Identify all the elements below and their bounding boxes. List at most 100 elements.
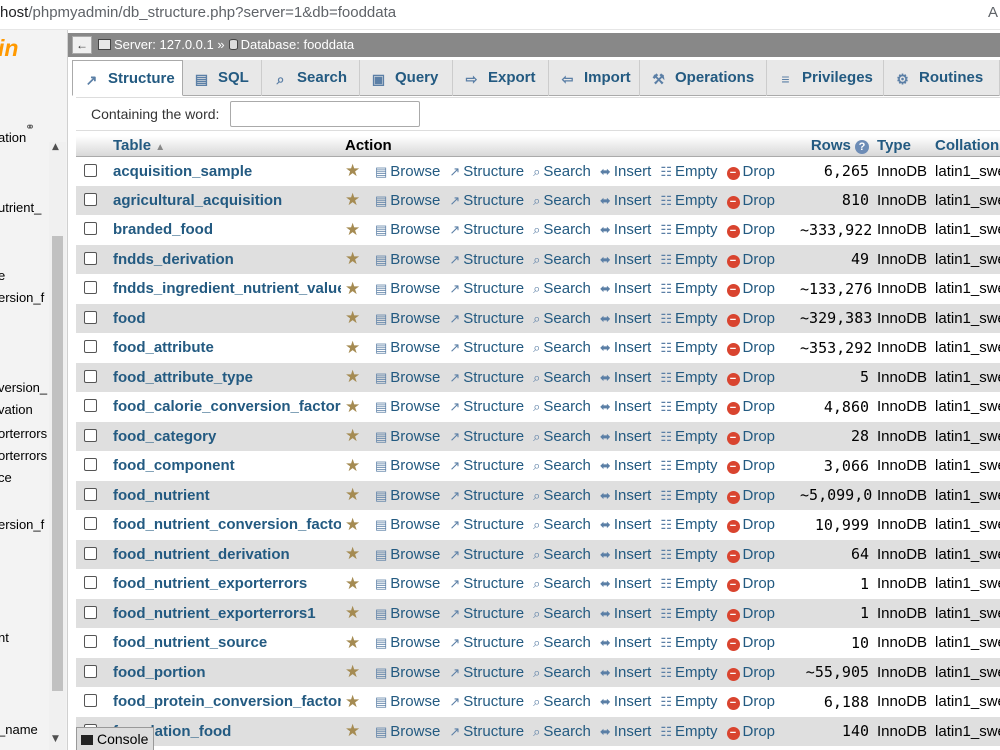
tab-search[interactable]: ⌕ Search — [262, 60, 360, 96]
table-name-link[interactable]: food — [113, 310, 145, 327]
action-search[interactable]: ⌕ Search — [533, 723, 591, 740]
table-name-link[interactable]: food_nutrient_exporterrors — [113, 575, 307, 592]
sidebar-scrollbar[interactable]: ▲ ▼ — [49, 142, 66, 750]
favorite-star-icon[interactable]: ★ — [345, 692, 360, 711]
sidebar-table-item[interactable]: vation — [0, 402, 33, 417]
row-checkbox[interactable] — [84, 163, 97, 177]
tab-export[interactable]: ⇨ Export — [453, 60, 549, 96]
table-name-link[interactable]: acquisition_sample — [113, 163, 252, 180]
table-name-link[interactable]: branded_food — [113, 221, 213, 238]
row-checkbox[interactable] — [84, 694, 97, 708]
table-name-link[interactable]: food_attribute_type — [113, 369, 253, 386]
action-browse[interactable]: ▤ Browse — [375, 723, 440, 740]
row-checkbox[interactable] — [84, 340, 97, 354]
sidebar-table-item[interactable]: ce — [0, 470, 12, 485]
action-empty[interactable]: ☷ Empty — [660, 310, 717, 327]
row-checkbox[interactable] — [84, 664, 97, 678]
tab-privileges[interactable]: ≡ Privileges — [767, 60, 884, 96]
action-structure[interactable]: ↗ Structure — [449, 516, 524, 533]
sidebar-table-item[interactable]: utrient_ — [0, 200, 41, 215]
column-header-rows[interactable]: Rows ? — [796, 136, 874, 157]
action-search[interactable]: ⌕ Search — [533, 339, 591, 356]
action-search[interactable]: ⌕ Search — [533, 634, 591, 651]
table-name-link[interactable]: food_attribute — [113, 339, 214, 356]
action-insert[interactable]: ⬌ Insert — [600, 634, 651, 651]
action-search[interactable]: ⌕ Search — [533, 546, 591, 563]
action-browse[interactable]: ▤ Browse — [375, 605, 440, 622]
action-search[interactable]: ⌕ Search — [533, 428, 591, 445]
table-name-link[interactable]: fndds_ingredient_nutrient_value — [113, 280, 341, 297]
action-search[interactable]: ⌕ Search — [533, 605, 591, 622]
action-browse[interactable]: ▤ Browse — [375, 634, 440, 651]
table-name-link[interactable]: food_nutrient_conversion_factor — [113, 516, 341, 533]
action-browse[interactable]: ▤ Browse — [375, 693, 440, 710]
action-empty[interactable]: ☷ Empty — [660, 634, 717, 651]
action-insert[interactable]: ⬌ Insert — [600, 221, 651, 238]
action-browse[interactable]: ▤ Browse — [375, 428, 440, 445]
row-checkbox[interactable] — [84, 458, 97, 472]
row-checkbox[interactable] — [84, 281, 97, 295]
action-structure[interactable]: ↗ Structure — [449, 575, 524, 592]
help-icon[interactable]: ? — [855, 140, 870, 155]
action-browse[interactable]: ▤ Browse — [375, 664, 440, 681]
action-drop[interactable]: − Drop — [726, 487, 775, 504]
favorite-star-icon[interactable]: ★ — [345, 603, 360, 622]
favorite-star-icon[interactable]: ★ — [345, 721, 360, 740]
action-structure[interactable]: ↗ Structure — [449, 546, 524, 563]
phpmyadmin-logo[interactable]: in — [0, 35, 18, 62]
row-checkbox[interactable] — [84, 487, 97, 501]
action-search[interactable]: ⌕ Search — [533, 457, 591, 474]
action-browse[interactable]: ▤ Browse — [375, 546, 440, 563]
action-drop[interactable]: − Drop — [726, 163, 775, 180]
action-search[interactable]: ⌕ Search — [533, 487, 591, 504]
action-browse[interactable]: ▤ Browse — [375, 251, 440, 268]
action-empty[interactable]: ☷ Empty — [660, 575, 717, 592]
favorite-star-icon[interactable]: ★ — [345, 544, 360, 563]
action-insert[interactable]: ⬌ Insert — [600, 369, 651, 386]
action-insert[interactable]: ⬌ Insert — [600, 428, 651, 445]
action-browse[interactable]: ▤ Browse — [375, 457, 440, 474]
action-empty[interactable]: ☷ Empty — [660, 280, 717, 297]
row-checkbox[interactable] — [84, 635, 97, 649]
action-structure[interactable]: ↗ Structure — [449, 339, 524, 356]
tab-query[interactable]: ▣ Query — [360, 60, 453, 96]
action-insert[interactable]: ⬌ Insert — [600, 339, 651, 356]
action-structure[interactable]: ↗ Structure — [449, 428, 524, 445]
action-insert[interactable]: ⬌ Insert — [600, 398, 651, 415]
action-empty[interactable]: ☷ Empty — [660, 693, 717, 710]
action-empty[interactable]: ☷ Empty — [660, 339, 717, 356]
column-header-type[interactable]: Type — [873, 136, 932, 157]
column-header-collation[interactable]: Collation — [931, 136, 1000, 157]
scroll-up-arrow-icon[interactable]: ▲ — [52, 142, 59, 152]
action-search[interactable]: ⌕ Search — [533, 221, 591, 238]
collapse-arrow-icon[interactable]: ← — [72, 36, 92, 54]
action-empty[interactable]: ☷ Empty — [660, 516, 717, 533]
favorite-star-icon[interactable]: ★ — [345, 485, 360, 504]
sidebar-table-item[interactable]: nt — [0, 630, 9, 645]
action-empty[interactable]: ☷ Empty — [660, 398, 717, 415]
action-browse[interactable]: ▤ Browse — [375, 310, 440, 327]
action-structure[interactable]: ↗ Structure — [449, 369, 524, 386]
tab-routines[interactable]: ⚙ Routines — [884, 60, 1000, 96]
action-drop[interactable]: − Drop — [726, 310, 775, 327]
action-empty[interactable]: ☷ Empty — [660, 428, 717, 445]
table-name-link[interactable]: food_protein_conversion_factor — [113, 693, 341, 710]
action-insert[interactable]: ⬌ Insert — [600, 251, 651, 268]
row-checkbox[interactable] — [84, 369, 97, 383]
breadcrumb-database[interactable]: Database: fooddata — [241, 37, 354, 52]
action-search[interactable]: ⌕ Search — [533, 280, 591, 297]
row-checkbox[interactable] — [84, 192, 97, 206]
action-insert[interactable]: ⬌ Insert — [600, 693, 651, 710]
action-drop[interactable]: − Drop — [726, 693, 775, 711]
link-icon[interactable]: ⚭ — [25, 120, 35, 134]
action-insert[interactable]: ⬌ Insert — [600, 605, 651, 622]
action-insert[interactable]: ⬌ Insert — [600, 192, 651, 209]
favorite-star-icon[interactable]: ★ — [345, 190, 360, 209]
row-checkbox[interactable] — [84, 546, 97, 560]
favorite-star-icon[interactable]: ★ — [345, 426, 360, 445]
row-checkbox[interactable] — [84, 576, 97, 590]
action-insert[interactable]: ⬌ Insert — [600, 546, 651, 563]
action-empty[interactable]: ☷ Empty — [660, 664, 717, 681]
action-insert[interactable]: ⬌ Insert — [600, 664, 651, 681]
breadcrumb-server[interactable]: Server: 127.0.0.1 » — [114, 37, 225, 52]
